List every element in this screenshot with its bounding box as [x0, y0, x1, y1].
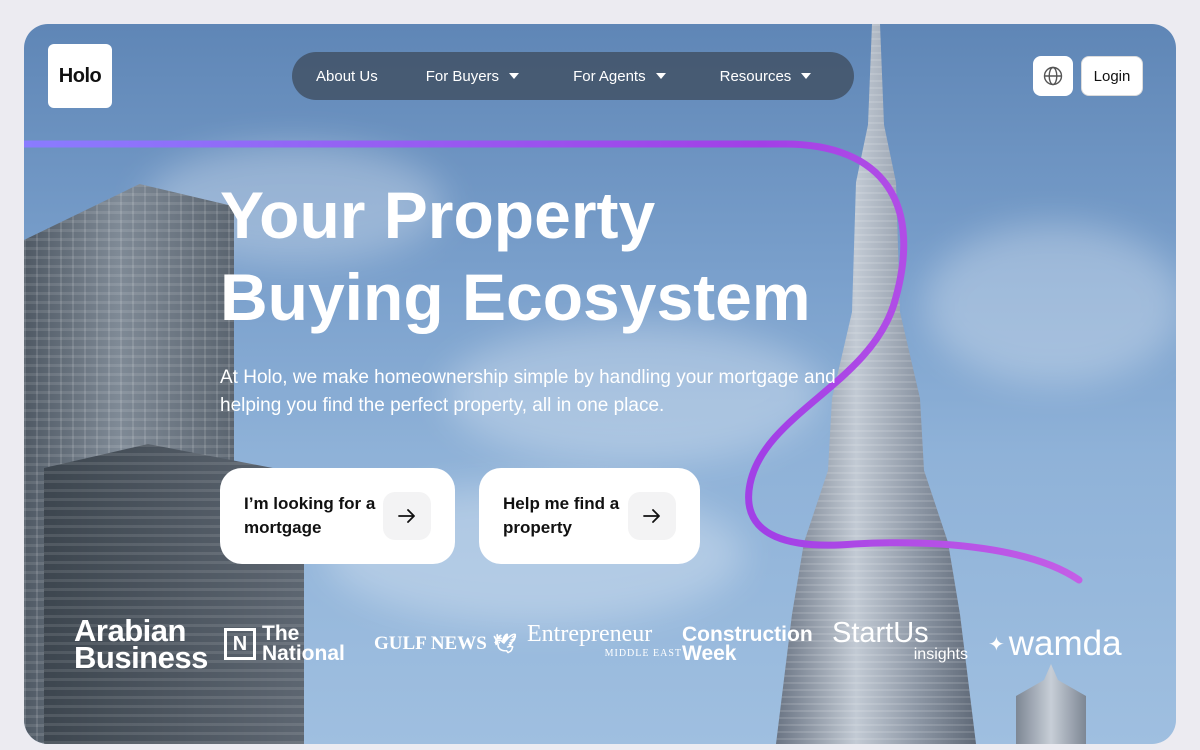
gulf-news-logo: GULF NEWS 🕊	[374, 632, 527, 656]
nav-about-us[interactable]: About Us	[316, 68, 378, 85]
logo-line: National	[262, 642, 345, 665]
the-national-mark-icon: N	[224, 628, 256, 660]
construction-week-logo: Construction Week	[682, 624, 832, 665]
logo-text: GULF NEWS	[374, 633, 487, 654]
logo-line: Entrepreneur	[527, 621, 653, 647]
login-label: Login	[1093, 67, 1131, 85]
nav-for-buyers[interactable]: For Buyers	[425, 67, 520, 85]
nav-label: For Buyers	[425, 67, 500, 85]
logo-line: MIDDLE EAST	[604, 648, 682, 659]
startus-insights-logo: StartUs insights	[832, 617, 988, 666]
logo-line: Week	[682, 642, 737, 665]
nav-label: For Agents	[573, 67, 646, 85]
hero-title-line: Buying Ecosystem	[220, 260, 811, 334]
arrow-right-icon	[383, 492, 431, 540]
logo-line: Business	[74, 640, 208, 675]
language-button[interactable]	[1033, 56, 1073, 96]
cta-label: I’m looking for a mortgage	[244, 494, 376, 537]
chevron-down-icon	[655, 73, 666, 79]
nav-for-agents[interactable]: For Agents	[573, 68, 666, 85]
the-national-logo: N The National	[224, 622, 374, 665]
entrepreneur-logo: Entrepreneur MIDDLE EAST	[527, 621, 682, 664]
falcon-icon: 🕊	[492, 634, 517, 655]
logo-line: The	[262, 622, 300, 645]
nav-label: About Us	[316, 67, 378, 85]
hero-frame: Holo About Us For Buyers For Agents Reso…	[24, 24, 1176, 744]
chevron-down-icon	[801, 73, 812, 79]
hero-title-line: Your Property	[220, 178, 656, 252]
nav-resources[interactable]: Resources	[720, 68, 812, 85]
holo-logo[interactable]: Holo	[48, 44, 112, 108]
main-nav: About Us For Buyers For Agents Resources	[292, 52, 854, 100]
arabian-business-logo: Arabian Business	[74, 615, 224, 675]
chevron-down-icon	[509, 73, 520, 79]
sparkle-icon: ✦	[988, 633, 1005, 656]
hero-subtitle: At Holo, we make homeownership simple by…	[220, 367, 836, 416]
mortgage-cta-button[interactable]: I’m looking for a mortgage	[220, 468, 455, 564]
globe-icon	[1043, 66, 1063, 86]
press-logos: Arabian Business N The National GULF NEW…	[74, 614, 1134, 674]
logo-text: wamda	[1008, 624, 1122, 663]
hero-title: Your Property Buying Ecosystem	[220, 174, 840, 338]
cta-label: Help me find a property	[503, 494, 620, 537]
nav-label: Resources	[719, 67, 792, 85]
logo-text: Holo	[58, 64, 102, 87]
wamda-logo: ✦ wamda	[988, 624, 1122, 664]
property-cta-button[interactable]: Help me find a property	[479, 468, 700, 564]
arrow-right-icon	[628, 492, 676, 540]
login-button[interactable]: Login	[1081, 56, 1143, 96]
logo-line: StartUs	[832, 617, 929, 649]
